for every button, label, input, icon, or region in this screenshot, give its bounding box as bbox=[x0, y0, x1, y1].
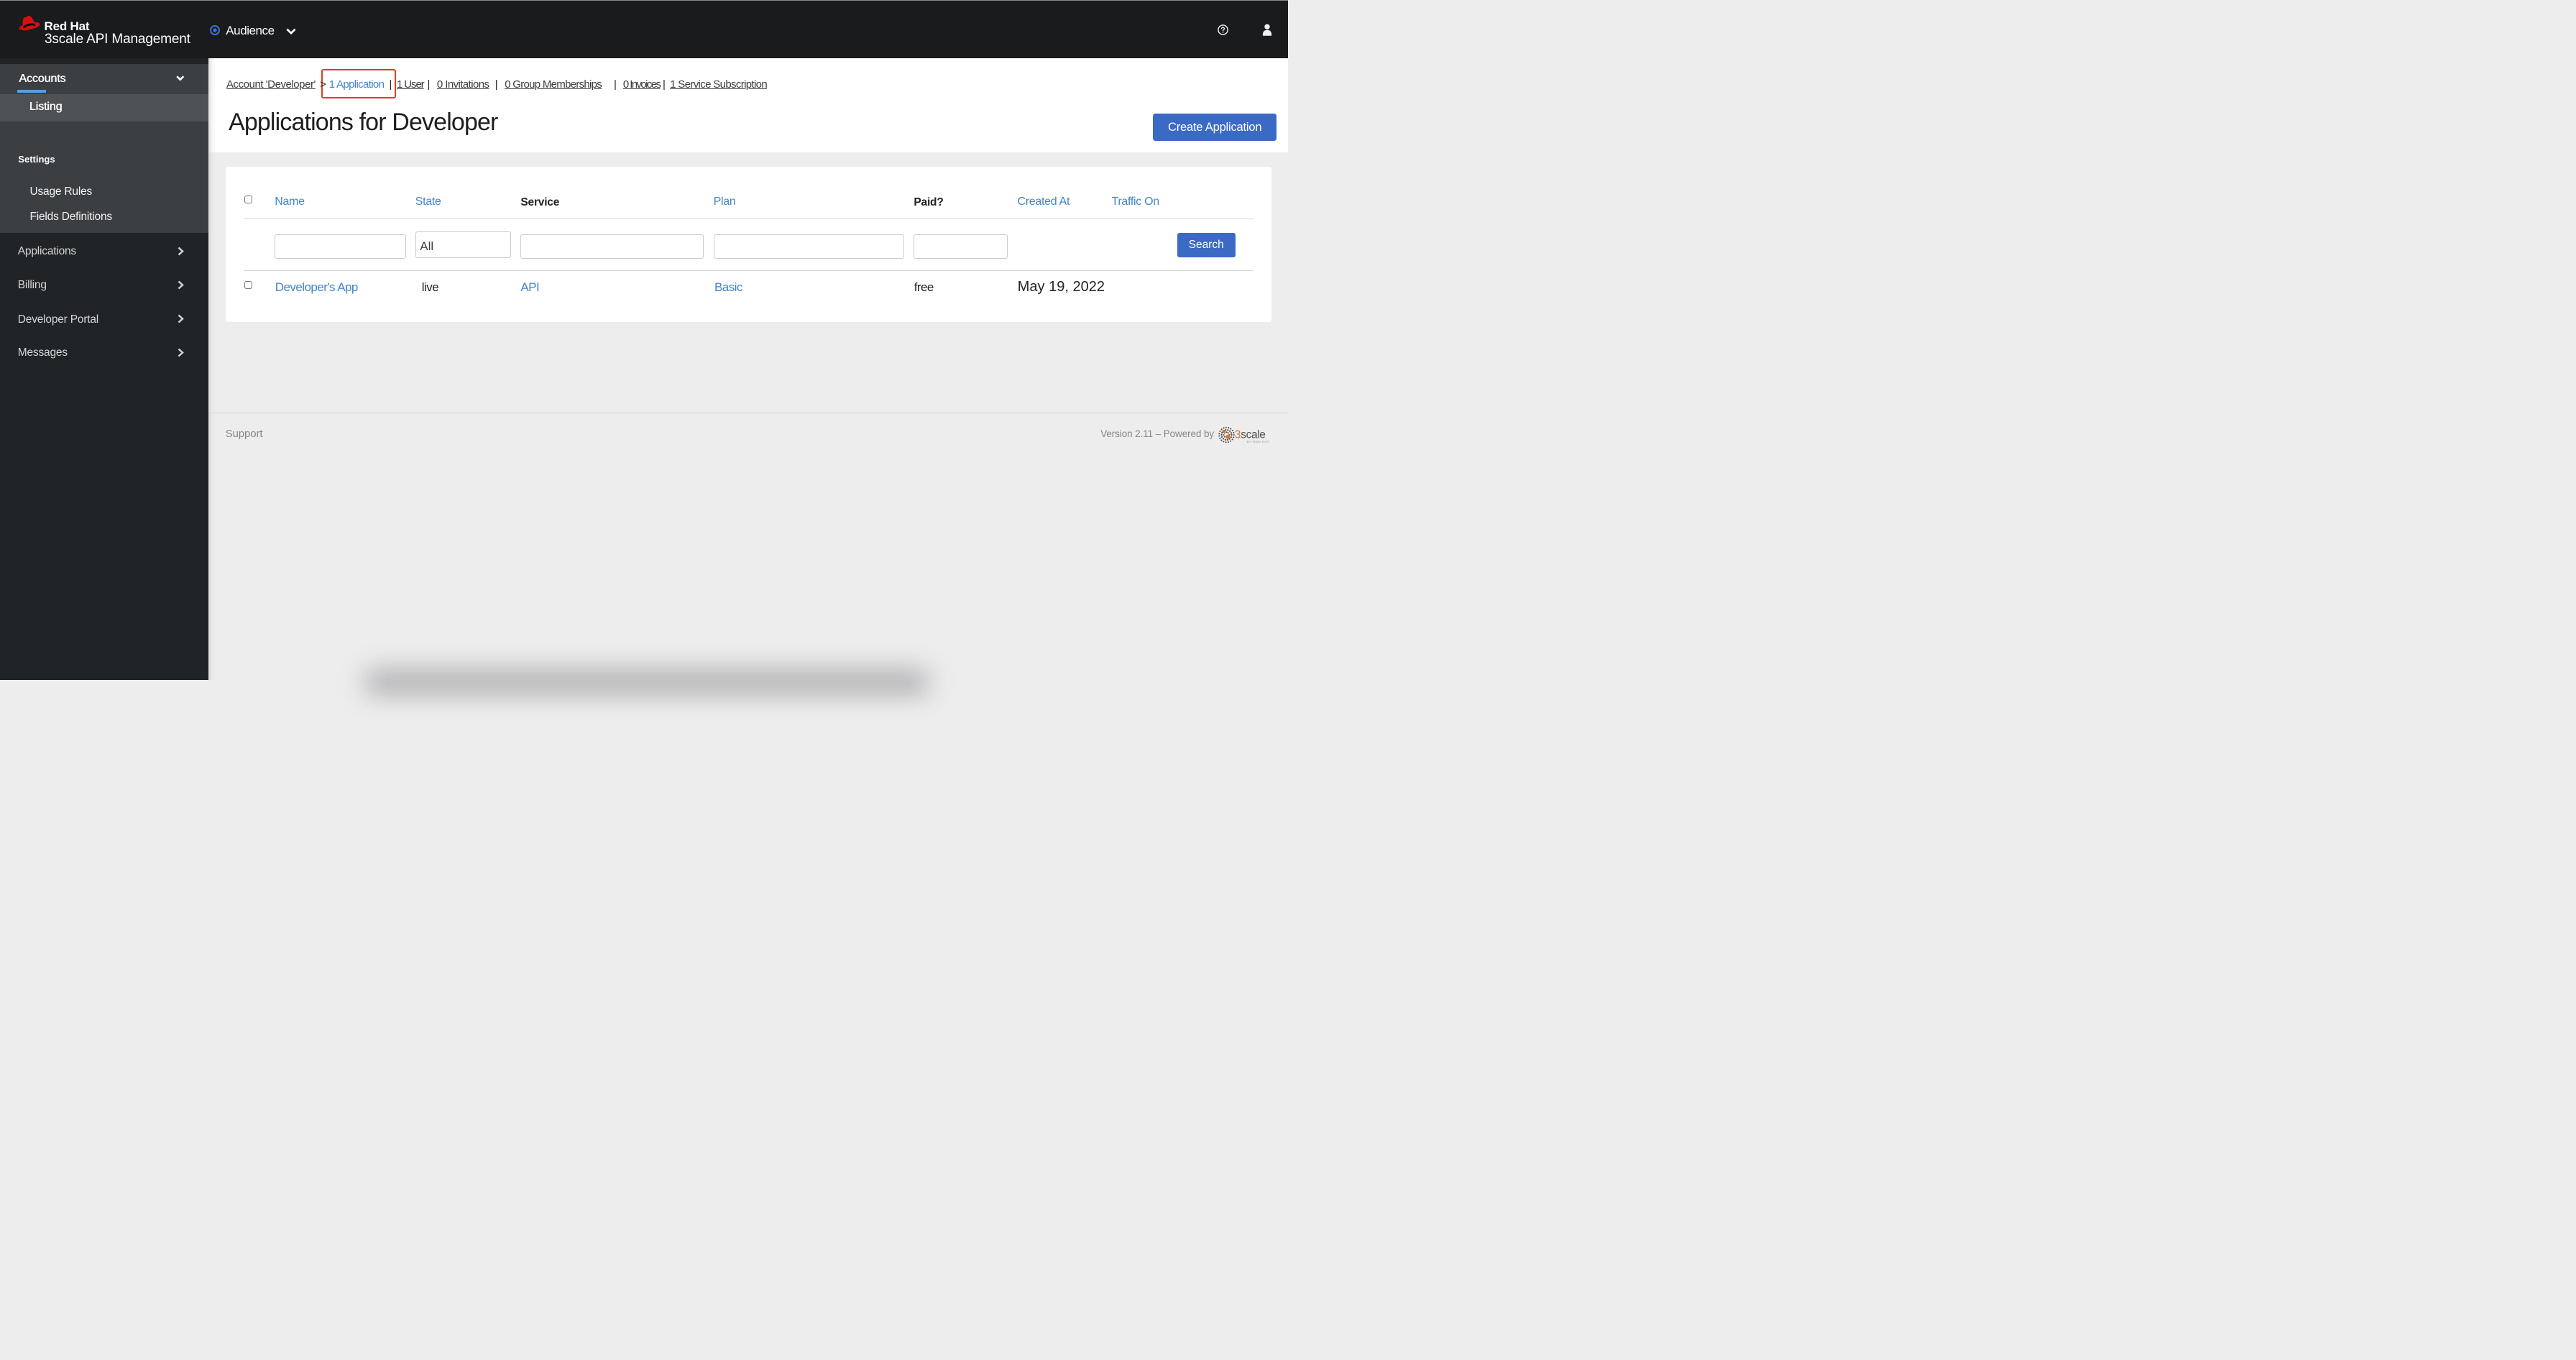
svg-text:3: 3 bbox=[1234, 428, 1241, 441]
svg-text:scale: scale bbox=[1241, 428, 1265, 441]
svg-text:BY RED HAT: BY RED HAT bbox=[1246, 440, 1269, 444]
